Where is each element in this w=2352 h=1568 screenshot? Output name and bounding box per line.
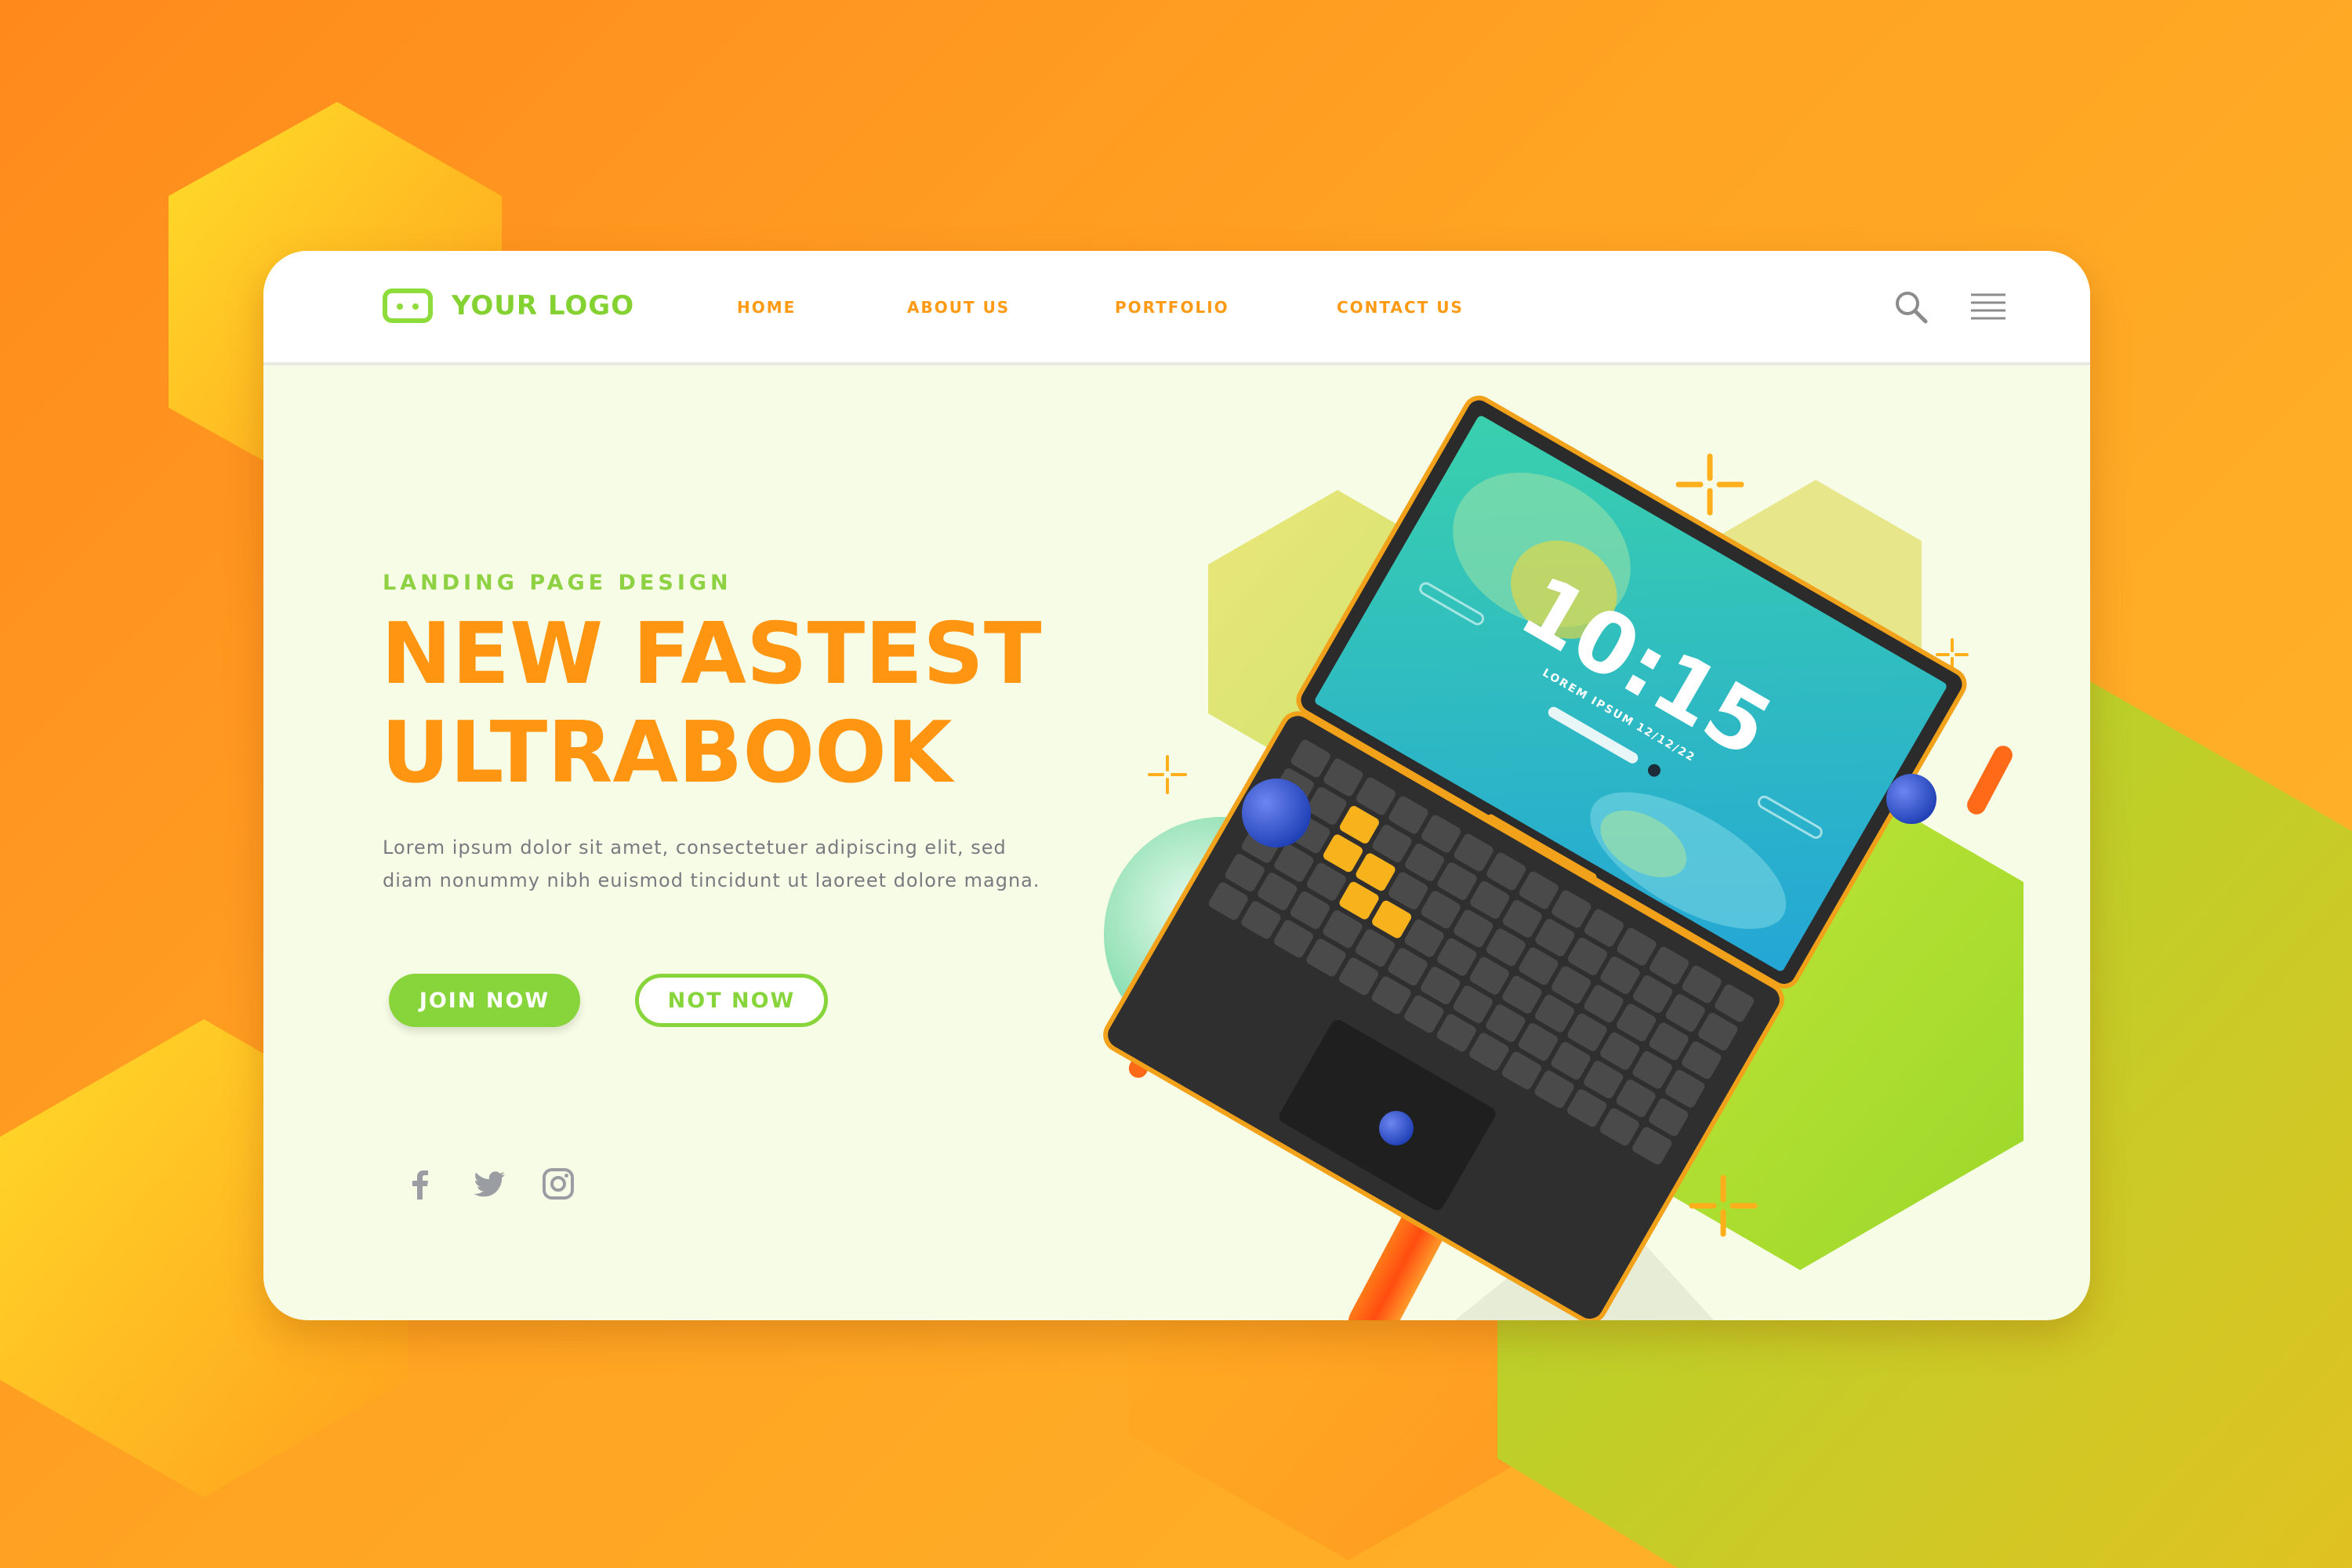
instagram-icon[interactable] [539, 1165, 577, 1203]
sparkle-icon [1675, 453, 1744, 516]
sparkle-icon [1148, 755, 1187, 794]
hamburger-menu-icon[interactable] [1966, 285, 2010, 329]
hero-title: NEW FASTEST ULTRABOOK [381, 605, 1087, 803]
nav-home[interactable]: HOME [737, 298, 796, 317]
navbar: YOUR LOGO HOME ABOUT US PORTFOLIO CONTAC… [263, 251, 2090, 365]
landing-card: 10:15 LOREM IPSUM 12/12/22 YOUR LOGO HOM… [263, 251, 2090, 1320]
twitter-icon[interactable] [470, 1165, 508, 1203]
search-icon[interactable] [1889, 285, 1933, 329]
not-now-button[interactable]: NOT NOW [635, 974, 828, 1027]
hero-kicker: LANDING PAGE DESIGN [383, 571, 732, 595]
hero-description: Lorem ipsum dolor sit amet, consectetuer… [383, 831, 1088, 897]
blue-sphere [1379, 1111, 1414, 1145]
blue-sphere [1886, 774, 1936, 824]
hero-title-line: ULTRABOOK [381, 704, 953, 802]
logo-icon [383, 289, 433, 323]
join-now-button[interactable]: JOIN NOW [389, 974, 580, 1027]
logo-text: YOUR LOGO [452, 290, 635, 321]
nav-portfolio[interactable]: PORTFOLIO [1115, 298, 1229, 317]
hero-title-line: NEW FASTEST [381, 605, 1042, 703]
blue-sphere [1242, 779, 1311, 848]
hero-description-line: diam nonummy nibh euismod tincidunt ut l… [383, 869, 1040, 891]
nav-about-us[interactable]: ABOUT US [907, 298, 1010, 317]
logo[interactable]: YOUR LOGO [383, 289, 634, 323]
nav-contact-us[interactable]: CONTACT US [1337, 298, 1464, 317]
orange-rod-small [1967, 746, 2013, 815]
facebook-icon[interactable] [401, 1165, 439, 1203]
hero-description-line: Lorem ipsum dolor sit amet, consectetuer… [383, 837, 1007, 858]
